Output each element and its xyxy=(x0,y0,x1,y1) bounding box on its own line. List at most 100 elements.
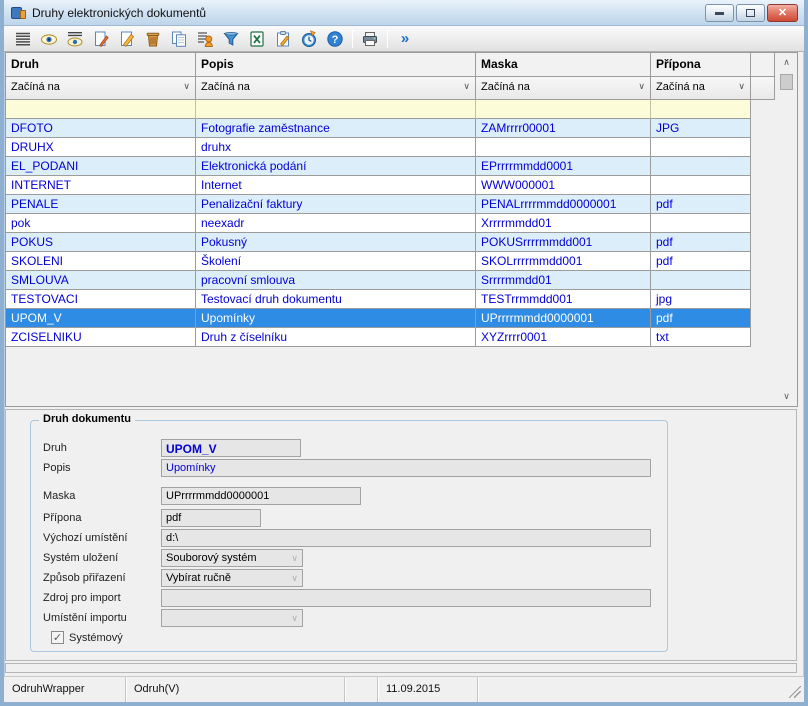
cell-maska[interactable]: TESTrrmmdd001 xyxy=(476,290,651,309)
cell-druh[interactable]: pok xyxy=(6,214,196,233)
column-header-pripona[interactable]: Přípona xyxy=(651,53,751,77)
cell-popis[interactable]: Školení xyxy=(196,252,476,271)
cell-maska[interactable] xyxy=(476,138,651,157)
menu-button[interactable] xyxy=(10,28,36,50)
cell-druh[interactable]: POKUS xyxy=(6,233,196,252)
cell-maska[interactable]: WWW000001 xyxy=(476,176,651,195)
view-detail-button[interactable] xyxy=(62,28,88,50)
cell-druh[interactable]: PENALE xyxy=(6,195,196,214)
cell-popis[interactable]: Fotografie zaměstnance xyxy=(196,119,476,138)
help-button[interactable]: ? xyxy=(322,28,348,50)
scroll-up-button[interactable]: ∧ xyxy=(778,54,795,71)
view-button[interactable] xyxy=(36,28,62,50)
table-row[interactable]: pokneexadrXrrrrmmdd01 xyxy=(6,214,797,233)
cell-druh[interactable]: TESTOVACI xyxy=(6,290,196,309)
cell-popis[interactable]: neexadr xyxy=(196,214,476,233)
cell-druh[interactable]: EL_PODANI xyxy=(6,157,196,176)
cell-maska[interactable]: PENALrrrrmmdd0000001 xyxy=(476,195,651,214)
export-excel-button[interactable] xyxy=(244,28,270,50)
filter-button[interactable] xyxy=(218,28,244,50)
zdroj-pro-import-field[interactable] xyxy=(161,589,651,607)
scrollbar-thumb[interactable] xyxy=(780,74,793,90)
table-row[interactable]: UPOM_VUpomínkyUPrrrrmmdd0000001pdf xyxy=(6,309,797,328)
cell-maska[interactable]: Xrrrrmmdd01 xyxy=(476,214,651,233)
cell-popis[interactable]: Penalizační faktury xyxy=(196,195,476,214)
cell-pripona[interactable] xyxy=(651,214,751,233)
cell-pripona[interactable] xyxy=(651,138,751,157)
minimize-button[interactable] xyxy=(705,4,734,22)
cell-popis[interactable]: druhx xyxy=(196,138,476,157)
maska-field[interactable]: UPrrrrmmdd0000001 xyxy=(161,487,361,505)
filter-input-popis[interactable] xyxy=(196,100,476,119)
edit-notes-button[interactable] xyxy=(270,28,296,50)
cell-pripona[interactable]: txt xyxy=(651,328,751,347)
cell-popis[interactable]: Elektronická podání xyxy=(196,157,476,176)
cell-popis[interactable]: Upomínky xyxy=(196,309,476,328)
cell-popis[interactable]: Pokusný xyxy=(196,233,476,252)
filter-combo-druh[interactable]: Začíná na∨ xyxy=(6,77,196,100)
column-header-maska[interactable]: Maska xyxy=(476,53,651,77)
table-row[interactable]: TESTOVACITestovací druh dokumentuTESTrrm… xyxy=(6,290,797,309)
cell-pripona[interactable]: pdf xyxy=(651,233,751,252)
record-list-button[interactable] xyxy=(192,28,218,50)
popis-field[interactable]: Upomínky xyxy=(161,459,651,477)
cell-pripona[interactable]: pdf xyxy=(651,309,751,328)
cell-druh[interactable]: DFOTO xyxy=(6,119,196,138)
cell-pripona[interactable]: JPG xyxy=(651,119,751,138)
cell-pripona[interactable]: pdf xyxy=(651,195,751,214)
cell-druh[interactable]: DRUHX xyxy=(6,138,196,157)
cell-maska[interactable]: ZAMrrrr00001 xyxy=(476,119,651,138)
cell-maska[interactable]: EPrrrrmmdd0001 xyxy=(476,157,651,176)
resize-grip-icon[interactable] xyxy=(789,686,801,698)
cell-popis[interactable]: pracovní smlouva xyxy=(196,271,476,290)
print-button[interactable] xyxy=(357,28,383,50)
system-checkbox[interactable]: ✓ xyxy=(51,631,64,644)
vychozi-umisteni-field[interactable]: d:\ xyxy=(161,529,651,547)
cell-pripona[interactable]: pdf xyxy=(651,252,751,271)
history-button[interactable] xyxy=(296,28,322,50)
cell-pripona[interactable] xyxy=(651,271,751,290)
cell-pripona[interactable]: jpg xyxy=(651,290,751,309)
cell-maska[interactable]: POKUSrrrrmmdd001 xyxy=(476,233,651,252)
cell-popis[interactable]: Internet xyxy=(196,176,476,195)
table-row[interactable]: ZCISELNIKUDruh z číselníkuXYZrrrr0001txt xyxy=(6,328,797,347)
umisteni-importu-combo[interactable]: ∨ xyxy=(161,609,303,627)
table-row[interactable]: DRUHXdruhx xyxy=(6,138,797,157)
druh-field[interactable]: UPOM_V xyxy=(161,439,301,457)
pripona-field[interactable]: pdf xyxy=(161,509,261,527)
more-button[interactable]: » xyxy=(392,28,418,50)
table-row[interactable]: EL_PODANIElektronická podáníEPrrrrmmdd00… xyxy=(6,157,797,176)
table-row[interactable]: SKOLENIŠkoleníSKOLrrrrmmdd001pdf xyxy=(6,252,797,271)
system-ulozeni-combo[interactable]: Souborový systém∨ xyxy=(161,549,303,567)
restore-button[interactable] xyxy=(736,4,765,22)
table-row[interactable]: SMLOUVApracovní smlouvaSrrrrmmdd01 xyxy=(6,271,797,290)
scroll-down-button[interactable]: ∨ xyxy=(778,388,795,405)
cell-popis[interactable]: Druh z číselníku xyxy=(196,328,476,347)
filter-combo-popis[interactable]: Začíná na∨ xyxy=(196,77,476,100)
new-record-button[interactable] xyxy=(88,28,114,50)
cell-pripona[interactable] xyxy=(651,176,751,195)
cell-popis[interactable]: Testovací druh dokumentu xyxy=(196,290,476,309)
column-header-popis[interactable]: Popis xyxy=(196,53,476,77)
filter-input-pripona[interactable] xyxy=(651,100,751,119)
cell-druh[interactable]: SMLOUVA xyxy=(6,271,196,290)
vertical-scrollbar[interactable]: ∧ ∨ xyxy=(778,54,795,405)
filter-combo-maska[interactable]: Začíná na∨ xyxy=(476,77,651,100)
filter-combo-pripona[interactable]: Začíná na∨ xyxy=(651,77,751,100)
delete-record-button[interactable] xyxy=(140,28,166,50)
edit-record-button[interactable] xyxy=(114,28,140,50)
cell-pripona[interactable] xyxy=(651,157,751,176)
filter-input-maska[interactable] xyxy=(476,100,651,119)
table-row[interactable]: PENALEPenalizační fakturyPENALrrrrmmdd00… xyxy=(6,195,797,214)
cell-druh[interactable]: SKOLENI xyxy=(6,252,196,271)
table-row[interactable]: INTERNETInternetWWW000001 xyxy=(6,176,797,195)
cell-druh[interactable]: INTERNET xyxy=(6,176,196,195)
cell-maska[interactable]: UPrrrrmmdd0000001 xyxy=(476,309,651,328)
cell-druh[interactable]: UPOM_V xyxy=(6,309,196,328)
title-bar[interactable]: Druhy elektronických dokumentů ✕ xyxy=(4,0,804,26)
table-row[interactable]: DFOTOFotografie zaměstnanceZAMrrrr00001J… xyxy=(6,119,797,138)
table-row[interactable]: POKUSPokusnýPOKUSrrrrmmdd001pdf xyxy=(6,233,797,252)
cell-maska[interactable]: XYZrrrr0001 xyxy=(476,328,651,347)
cell-maska[interactable]: Srrrrmmdd01 xyxy=(476,271,651,290)
close-button[interactable]: ✕ xyxy=(767,4,798,22)
